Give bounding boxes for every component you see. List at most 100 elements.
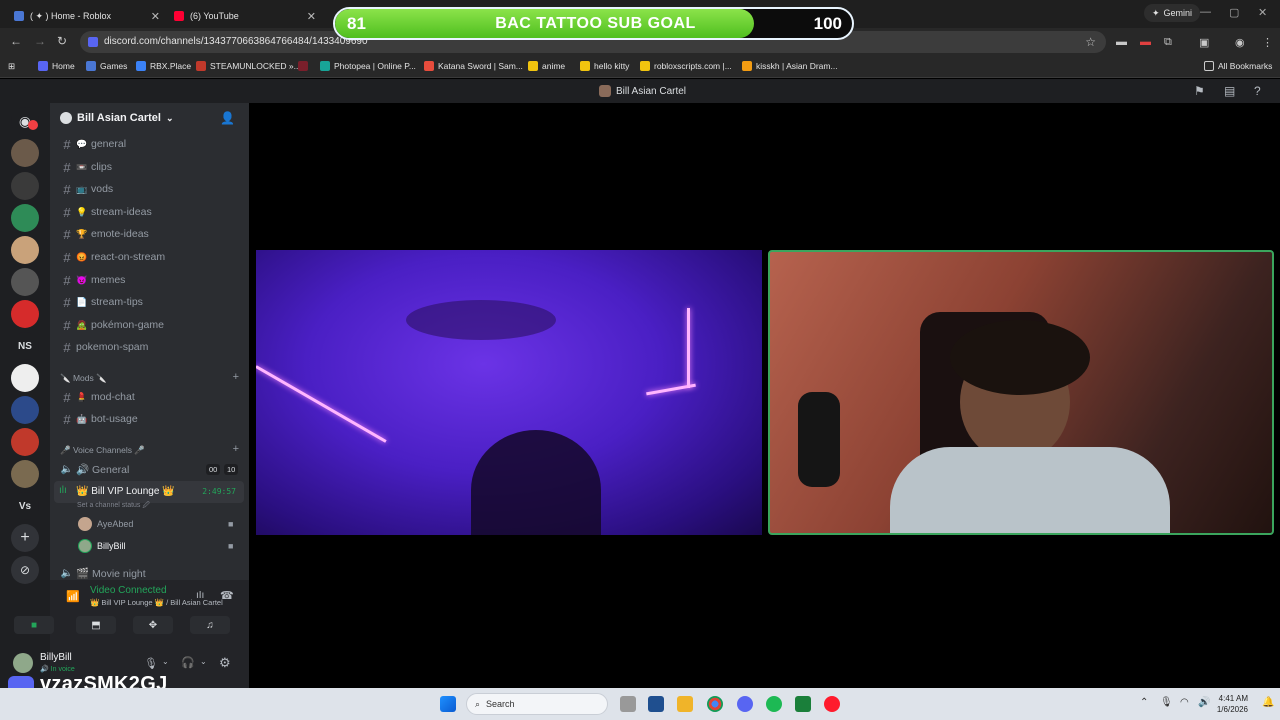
- close-icon[interactable]: ✕: [151, 10, 160, 23]
- channel-react-on-stream[interactable]: # 😡 react-on-stream: [58, 247, 244, 267]
- disconnect-icon[interactable]: ☎: [220, 589, 234, 602]
- server-icon[interactable]: [11, 172, 39, 200]
- server-icon[interactable]: [11, 428, 39, 456]
- bookmark-photopea[interactable]: Photopea | Online P...: [320, 61, 416, 71]
- channel-general[interactable]: # 💬 general: [58, 134, 244, 154]
- add-member-icon[interactable]: 👤: [220, 111, 235, 125]
- bookmark-games[interactable]: Games: [86, 61, 127, 71]
- channel-clips[interactable]: # 📼 clips: [58, 157, 244, 177]
- extension-icon[interactable]: ▬: [1116, 36, 1127, 48]
- all-bookmarks[interactable]: All Bookmarks: [1204, 61, 1272, 71]
- discover-icon[interactable]: ⊘: [11, 556, 39, 584]
- puzzle-icon[interactable]: ⧉: [1164, 36, 1172, 49]
- windows-start-icon[interactable]: [440, 696, 456, 712]
- voice-channel-vip-lounge[interactable]: ılı 👑 Bill VIP Lounge 👑 2:49:57: [54, 481, 244, 503]
- menu-dots-icon[interactable]: ⋮: [1262, 36, 1273, 49]
- user-avatar[interactable]: [13, 653, 33, 673]
- taskbar-clock[interactable]: 4:41 AM 1/6/2026: [1217, 693, 1248, 715]
- server-icon[interactable]: [11, 139, 39, 167]
- bookmark-anime[interactable]: anime: [528, 61, 565, 71]
- voice-channel-general[interactable]: 🔈 🔊 General 00 10: [58, 459, 244, 479]
- tab-youtube[interactable]: (6) YouTube ✕: [166, 4, 322, 28]
- channel-status-hint[interactable]: Set a channel status 🖉: [77, 501, 150, 512]
- opera-icon[interactable]: [824, 696, 840, 712]
- back-icon[interactable]: ←: [10, 34, 22, 48]
- add-channel-icon[interactable]: +: [233, 371, 239, 383]
- server-icon[interactable]: [11, 300, 39, 328]
- bookmark-rbx-place[interactable]: RBX.Place: [136, 61, 191, 71]
- help-icon[interactable]: ?: [1254, 84, 1261, 98]
- tab-roblox[interactable]: ( ✦ ) Home - Roblox ✕: [6, 4, 166, 28]
- camera-toggle-button[interactable]: ■: [14, 616, 54, 634]
- bookmark-robloxscripts[interactable]: robloxscripts.com |...: [640, 61, 732, 71]
- forward-icon[interactable]: →: [34, 34, 46, 48]
- close-icon[interactable]: ✕: [307, 10, 316, 23]
- taskbar-search[interactable]: ⌕ Search: [466, 693, 608, 715]
- bookmark-extra-icon[interactable]: [298, 61, 308, 71]
- screen-share-button[interactable]: ⬒: [76, 616, 116, 634]
- channel-mod-chat[interactable]: # 💄 mod-chat: [58, 387, 244, 407]
- chrome-icon[interactable]: [707, 696, 723, 712]
- chevron-down-icon[interactable]: ⌄: [162, 657, 169, 666]
- chevron-down-icon[interactable]: ⌄: [200, 657, 207, 666]
- gemini-button[interactable]: ✦ Gemini: [1143, 4, 1200, 22]
- reload-icon[interactable]: ↻: [57, 34, 67, 48]
- volume-icon[interactable]: 🔊: [1198, 697, 1210, 708]
- flag-icon[interactable]: ⚑: [1194, 84, 1205, 98]
- bookmark-kisskh[interactable]: kisskh | Asian Dram...: [742, 61, 838, 71]
- server-icon[interactable]: [11, 204, 39, 232]
- voice-status[interactable]: Video Connected: [90, 585, 167, 596]
- task-view-icon[interactable]: [620, 696, 636, 712]
- server-icon[interactable]: [11, 364, 39, 392]
- channel-pokemon-game[interactable]: # 🧟 pokémon-game: [58, 315, 244, 335]
- server-icon[interactable]: [11, 396, 39, 424]
- add-channel-icon[interactable]: +: [233, 443, 239, 455]
- discord-taskbar-icon[interactable]: [737, 696, 753, 712]
- tray-mic-icon[interactable]: 🎙: [1160, 697, 1173, 708]
- bookmark-steamunlocked[interactable]: STEAMUNLOCKED »...: [196, 61, 301, 71]
- current-username[interactable]: BillyBill: [40, 652, 72, 663]
- app-icon[interactable]: [795, 696, 811, 712]
- video-tile-ayeabed[interactable]: [256, 250, 762, 535]
- profile-avatar[interactable]: ◉: [1235, 36, 1245, 49]
- bookmark-hello-kitty[interactable]: hello kitty: [580, 61, 629, 71]
- channel-pokemon-spam[interactable]: # pokemon-spam: [58, 337, 244, 357]
- server-icon-ns[interactable]: NS: [11, 332, 39, 360]
- channel-emote-ideas[interactable]: # 🏆 emote-ideas: [58, 224, 244, 244]
- apps-grid-icon[interactable]: ⊞: [8, 61, 15, 72]
- widgets-icon[interactable]: [648, 696, 664, 712]
- bookmark-star-icon[interactable]: ☆: [1085, 35, 1096, 49]
- channel-memes[interactable]: # 😈 memes: [58, 270, 244, 290]
- guild-header[interactable]: Bill Asian Cartel ⌄ 👤: [50, 103, 249, 133]
- activities-button[interactable]: ✥: [133, 616, 173, 634]
- server-icon[interactable]: [11, 460, 39, 488]
- wifi-icon[interactable]: ◠: [1180, 697, 1189, 708]
- maximize-icon[interactable]: ▢: [1229, 6, 1239, 19]
- channel-vods[interactable]: # 📺 vods: [58, 179, 244, 199]
- file-explorer-icon[interactable]: [677, 696, 693, 712]
- settings-gear-icon[interactable]: ⚙: [219, 655, 231, 671]
- record-icon[interactable]: ▬: [1140, 36, 1151, 48]
- channel-stream-ideas[interactable]: # 💡 stream-ideas: [58, 202, 244, 222]
- voice-user-ayeabed[interactable]: AyeAbed ■: [78, 515, 233, 533]
- soundboard-button[interactable]: ♫: [190, 616, 230, 634]
- video-tile-billybill[interactable]: [768, 250, 1274, 535]
- notifications-icon[interactable]: 🔔: [1262, 697, 1274, 708]
- headphones-icon[interactable]: 🎧: [181, 656, 195, 669]
- category-mods[interactable]: 🔪 Mods 🔪: [60, 373, 107, 384]
- bookmark-home[interactable]: Home: [38, 61, 75, 71]
- tray-chevron-icon[interactable]: ⌃: [1140, 697, 1148, 708]
- voice-user-billybill[interactable]: BillyBill ■: [78, 537, 233, 555]
- minimize-icon[interactable]: —: [1200, 6, 1211, 18]
- inbox-icon[interactable]: ▤: [1224, 84, 1235, 98]
- add-server-icon[interactable]: +: [11, 524, 39, 552]
- server-icon[interactable]: [11, 268, 39, 296]
- window-close-icon[interactable]: ✕: [1258, 6, 1267, 19]
- sidepanel-icon[interactable]: ▣: [1199, 36, 1209, 49]
- category-voice[interactable]: 🎤 Voice Channels 🎤: [60, 445, 145, 456]
- server-icon[interactable]: [11, 236, 39, 264]
- server-icon-vs[interactable]: Vs: [11, 492, 39, 520]
- spotify-icon[interactable]: [766, 696, 782, 712]
- microphone-icon[interactable]: 🎙: [144, 657, 158, 670]
- channel-stream-tips[interactable]: # 📄 stream-tips: [58, 292, 244, 312]
